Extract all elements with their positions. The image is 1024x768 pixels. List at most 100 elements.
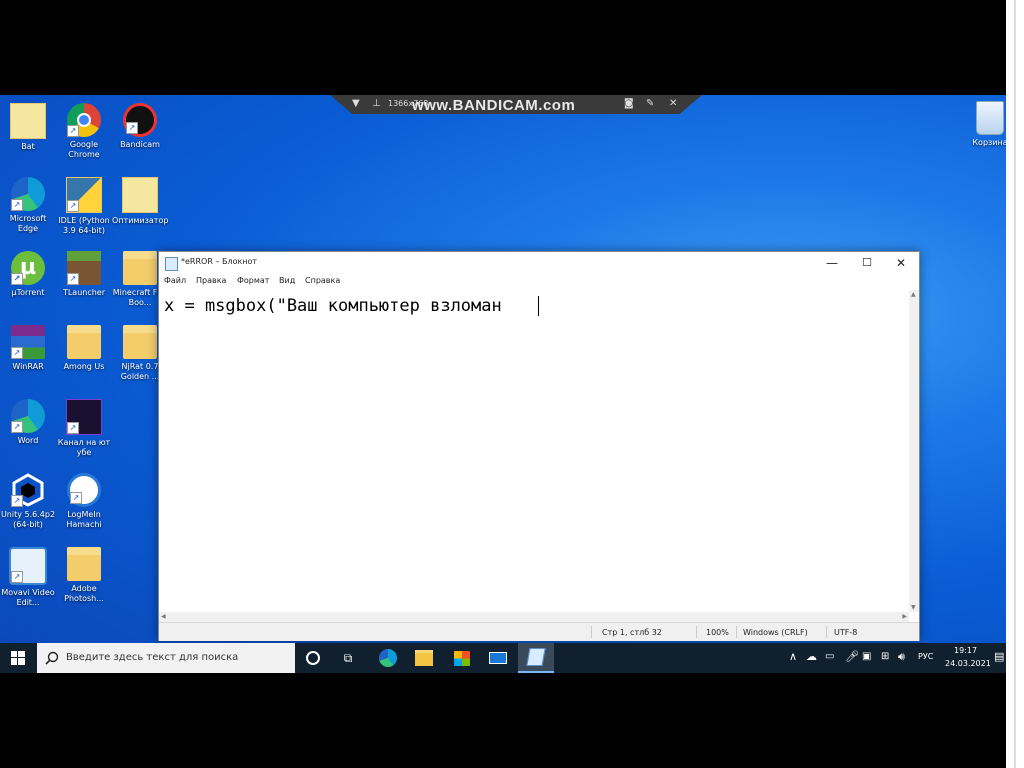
maximize-button[interactable]: ☐ bbox=[849, 252, 885, 274]
desktop-icon-label: Bandicam bbox=[120, 140, 160, 149]
desktop-icon-label: Канал на ют убе bbox=[57, 438, 111, 457]
close-icon[interactable]: ✕ bbox=[669, 98, 677, 109]
scroll-right-icon[interactable]: ▶ bbox=[902, 613, 907, 620]
scroll-left-icon[interactable]: ◀ bbox=[161, 613, 166, 620]
notepad-icon bbox=[165, 257, 178, 271]
desktop-icon-movavi[interactable]: ↗ Movavi Video Edit... bbox=[0, 547, 56, 608]
bandicam-brand: www.BANDICAM.com bbox=[412, 97, 576, 114]
mail-icon bbox=[489, 652, 507, 664]
folder-icon bbox=[123, 325, 157, 359]
desktop-icon-label: Оптимизатор bbox=[112, 216, 169, 225]
folder-icon bbox=[123, 251, 157, 285]
text-editor-area[interactable]: x = msgbox("Ваш компьютер взломан bbox=[159, 290, 909, 612]
store-icon bbox=[454, 650, 470, 666]
desktop-icon-optimizer[interactable]: Оптимизатор bbox=[112, 177, 168, 226]
menu-view[interactable]: Вид bbox=[279, 276, 295, 285]
desktop: Bat ↗ Microsoft Edge µ ↗ µTorrent ↗ WinRA… bbox=[0, 95, 1006, 673]
scroll-down-icon[interactable]: ▼ bbox=[911, 604, 916, 611]
search-icon bbox=[45, 651, 59, 665]
status-separator bbox=[736, 626, 737, 638]
cortana-icon bbox=[306, 651, 320, 665]
language-indicator[interactable]: РУС bbox=[918, 652, 933, 661]
taskbar-notepad[interactable] bbox=[518, 643, 554, 673]
status-position: Стр 1, стлб 32 bbox=[602, 628, 662, 637]
clock-date[interactable]: 24.03.2021 bbox=[945, 659, 991, 668]
desktop-icon-chrome[interactable]: ↗ Google Chrome bbox=[56, 103, 112, 160]
desktop-icon-label: TLauncher bbox=[62, 288, 106, 297]
hamachi-icon: ↗ bbox=[67, 473, 101, 507]
python-icon: ↗ bbox=[66, 177, 102, 213]
page-scrollbar[interactable] bbox=[1006, 0, 1024, 768]
desktop-icon-recycle-bin[interactable]: Корзина bbox=[962, 101, 1006, 147]
minimize-button[interactable]: — bbox=[814, 252, 850, 274]
video-icon: ↗ bbox=[66, 399, 102, 435]
desktop-icon-word[interactable]: ↗ Word bbox=[0, 399, 56, 446]
menu-edit[interactable]: Правка bbox=[196, 276, 226, 285]
clock-time[interactable]: 19:17 bbox=[954, 646, 977, 655]
folder-icon bbox=[415, 650, 433, 666]
status-separator bbox=[696, 626, 697, 638]
notification-icon[interactable]: ▤ bbox=[994, 650, 1004, 663]
search-placeholder: Введите здесь текст для поиска bbox=[66, 652, 239, 663]
menu-format[interactable]: Формат bbox=[237, 276, 269, 285]
desktop-icon-label: Word bbox=[17, 436, 39, 445]
desktop-icon-youtube-channel[interactable]: ↗ Канал на ют убе bbox=[56, 399, 112, 458]
desktop-icon-label: Movavi Video Edit... bbox=[1, 588, 55, 607]
folder-doc-icon bbox=[10, 103, 46, 139]
task-view-button[interactable]: ⧉ bbox=[331, 643, 365, 673]
pin-icon[interactable]: ⊥ bbox=[372, 98, 381, 109]
desktop-icon-label: Adobe Photosh... bbox=[64, 584, 104, 603]
display-icon[interactable]: ▣ bbox=[862, 651, 871, 662]
taskbar-edge[interactable] bbox=[371, 643, 405, 673]
desktop-icon-label: IDLE (Python 3.9 64-bit) bbox=[58, 216, 110, 235]
status-bar: Стр 1, стлб 32 100% Windows (CRLF) UTF-8 bbox=[159, 622, 919, 641]
desktop-icon-hamachi[interactable]: ↗ LogMeIn Hamachi bbox=[56, 473, 112, 530]
taskbar-file-explorer[interactable] bbox=[407, 643, 441, 673]
desktop-icon-utorrent[interactable]: µ ↗ µTorrent bbox=[0, 251, 56, 298]
cloud-icon[interactable]: ☁ bbox=[806, 650, 817, 663]
horizontal-scrollbar[interactable]: ◀ ▶ bbox=[159, 612, 909, 622]
edge-icon: ↗ bbox=[11, 177, 45, 211]
desktop-icon-bandicam[interactable]: ↗ Bandicam bbox=[112, 103, 168, 150]
status-zoom: 100% bbox=[706, 628, 729, 637]
notepad-title-bar[interactable]: *eRROR – Блокнот — ☐ ✕ bbox=[159, 252, 919, 274]
scroll-up-icon[interactable]: ▲ bbox=[911, 291, 916, 298]
task-view-icon: ⧉ bbox=[343, 650, 353, 665]
chevron-down-icon[interactable]: ▼ bbox=[352, 98, 360, 109]
chevron-up-icon[interactable]: ∧ bbox=[789, 650, 797, 663]
taskbar-store[interactable] bbox=[445, 643, 479, 673]
desktop-icon-unity[interactable]: ↗ Unity 5.6.4p2 (64-bit) bbox=[0, 473, 56, 530]
desktop-icon-adobe[interactable]: Adobe Photosh... bbox=[56, 547, 112, 604]
notepad-icon bbox=[526, 648, 546, 666]
camera-icon[interactable]: ◙ bbox=[624, 98, 634, 109]
volume-icon[interactable]: 🔊︎ bbox=[898, 650, 905, 664]
status-separator bbox=[591, 626, 592, 638]
edge-icon bbox=[379, 649, 397, 667]
menu-file[interactable]: Файл bbox=[164, 276, 186, 285]
desktop-icon-tlauncher[interactable]: ↗ TLauncher bbox=[56, 251, 112, 298]
bandicam-recording-bar: ▼ ⊥ 1366x768 www.BANDICAM.com ◙ ✎ ✕ bbox=[330, 95, 702, 114]
bandicam-icon: ↗ bbox=[123, 103, 157, 137]
cortana-button[interactable] bbox=[296, 643, 330, 673]
pencil-icon[interactable]: ✎ bbox=[646, 98, 654, 109]
microphone-icon[interactable]: 🎤︎ bbox=[845, 650, 859, 663]
vertical-scrollbar[interactable]: ▲ ▼ bbox=[909, 290, 919, 612]
desktop-icon-idle[interactable]: ↗ IDLE (Python 3.9 64-bit) bbox=[56, 177, 112, 236]
battery-icon[interactable]: ▭ bbox=[825, 651, 834, 662]
desktop-icon-winrar[interactable]: ↗ WinRAR bbox=[0, 325, 56, 372]
taskbar-search[interactable]: Введите здесь текст для поиска bbox=[37, 643, 295, 673]
chrome-icon: ↗ bbox=[67, 103, 101, 137]
start-button[interactable] bbox=[0, 643, 36, 673]
taskbar-mail[interactable] bbox=[481, 643, 515, 673]
menu-help[interactable]: Справка bbox=[305, 276, 340, 285]
editor-content: x = msgbox("Ваш компьютер взломан bbox=[164, 296, 502, 316]
desktop-icon-among-us[interactable]: Among Us bbox=[56, 325, 112, 372]
desktop-icon-edge[interactable]: ↗ Microsoft Edge bbox=[0, 177, 56, 234]
desktop-icon-label: Google Chrome bbox=[68, 140, 100, 159]
desktop-icon-label: µTorrent bbox=[11, 288, 45, 297]
close-button[interactable]: ✕ bbox=[883, 252, 919, 274]
network-icon[interactable]: ⊞ bbox=[881, 651, 889, 662]
status-encoding: UTF-8 bbox=[834, 628, 858, 637]
desktop-icon-bat[interactable]: Bat bbox=[0, 103, 56, 152]
movavi-icon: ↗ bbox=[9, 547, 47, 585]
